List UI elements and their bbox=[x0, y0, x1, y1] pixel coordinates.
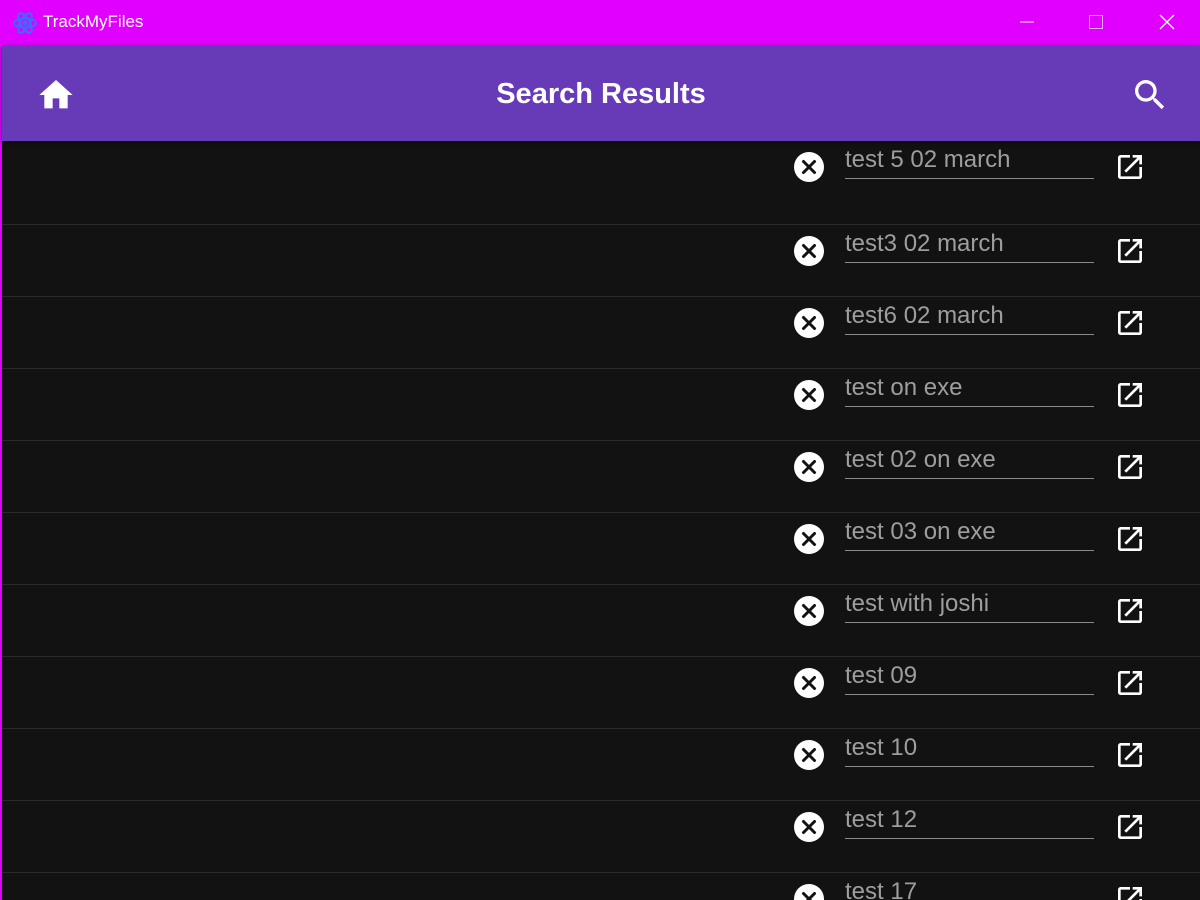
minimize-button[interactable] bbox=[997, 0, 1057, 45]
cancel-circle-icon bbox=[794, 812, 824, 842]
file-name-field[interactable]: test 17 bbox=[845, 875, 1094, 900]
file-name-field[interactable]: test3 02 march bbox=[845, 227, 1094, 263]
result-row: test 03 on exe bbox=[2, 513, 1200, 585]
open-file-button[interactable] bbox=[1114, 307, 1146, 339]
open-in-new-icon bbox=[1118, 815, 1142, 839]
cancel-circle-icon bbox=[794, 236, 824, 266]
file-name-text: test with joshi bbox=[845, 590, 990, 617]
open-in-new-icon bbox=[1118, 527, 1142, 551]
file-name-field[interactable]: test on exe bbox=[845, 371, 1094, 407]
file-name-text: test 09 bbox=[845, 662, 918, 689]
search-icon bbox=[1135, 80, 1165, 110]
open-file-button[interactable] bbox=[1114, 595, 1146, 627]
remove-button[interactable] bbox=[793, 811, 825, 843]
cancel-circle-icon bbox=[794, 596, 824, 626]
open-in-new-icon bbox=[1118, 311, 1142, 335]
search-button[interactable] bbox=[1130, 75, 1170, 115]
result-row: test 5 02 march bbox=[2, 141, 1200, 225]
maximize-button[interactable] bbox=[1066, 0, 1126, 45]
open-file-button[interactable] bbox=[1114, 811, 1146, 843]
remove-button[interactable] bbox=[793, 379, 825, 411]
file-name-field[interactable]: test with joshi bbox=[845, 587, 1094, 623]
close-icon bbox=[1159, 14, 1175, 30]
result-row: test on exe bbox=[2, 369, 1200, 441]
result-row: test6 02 march bbox=[2, 297, 1200, 369]
app-bar: Search Results bbox=[2, 45, 1200, 141]
result-row: test 17 bbox=[2, 873, 1200, 900]
result-row: test with joshi bbox=[2, 585, 1200, 657]
window-titlebar[interactable]: TrackMyFiles bbox=[0, 0, 1200, 45]
result-row: test 10 bbox=[2, 729, 1200, 801]
file-name-text: test 12 bbox=[845, 806, 918, 833]
file-name-field[interactable]: test 03 on exe bbox=[845, 515, 1094, 551]
file-name-text: test 10 bbox=[845, 734, 918, 761]
remove-button[interactable] bbox=[793, 739, 825, 771]
open-file-button[interactable] bbox=[1114, 667, 1146, 699]
open-file-button[interactable] bbox=[1114, 883, 1146, 900]
remove-button[interactable] bbox=[793, 307, 825, 339]
file-name-field[interactable]: test 09 bbox=[845, 659, 1094, 695]
file-name-text: test on exe bbox=[845, 374, 963, 401]
atom-icon bbox=[13, 12, 37, 34]
remove-button[interactable] bbox=[793, 523, 825, 555]
file-name-text: test 03 on exe bbox=[845, 518, 996, 545]
open-file-button[interactable] bbox=[1114, 739, 1146, 771]
cancel-circle-icon bbox=[794, 452, 824, 482]
open-file-button[interactable] bbox=[1114, 151, 1146, 183]
file-name-field[interactable]: test 10 bbox=[845, 731, 1094, 767]
result-row: test3 02 march bbox=[2, 225, 1200, 297]
file-name-field[interactable]: test 02 on exe bbox=[845, 443, 1094, 479]
result-row: test 09 bbox=[2, 657, 1200, 729]
cancel-circle-icon bbox=[794, 740, 824, 770]
open-in-new-icon bbox=[1118, 155, 1142, 179]
file-name-text: test6 02 march bbox=[845, 302, 1004, 329]
open-in-new-icon bbox=[1118, 671, 1142, 695]
remove-button[interactable] bbox=[793, 883, 825, 900]
window-title: TrackMyFiles bbox=[43, 12, 144, 31]
open-file-button[interactable] bbox=[1114, 523, 1146, 555]
file-name-field[interactable]: test 12 bbox=[845, 803, 1094, 839]
file-name-field[interactable]: test 5 02 march bbox=[845, 143, 1094, 179]
file-name-field[interactable]: test6 02 march bbox=[845, 299, 1094, 335]
remove-button[interactable] bbox=[793, 595, 825, 627]
result-row: test 12 bbox=[2, 801, 1200, 873]
cancel-circle-icon bbox=[794, 152, 824, 182]
file-name-text: test 17 bbox=[845, 878, 918, 900]
maximize-icon bbox=[1089, 15, 1103, 29]
remove-button[interactable] bbox=[793, 667, 825, 699]
minimize-icon bbox=[1020, 21, 1034, 23]
open-in-new-icon bbox=[1118, 239, 1142, 263]
cancel-circle-icon bbox=[794, 308, 824, 338]
page-title: Search Results bbox=[496, 78, 706, 110]
close-window-button[interactable] bbox=[1137, 0, 1197, 45]
file-name-text: test 5 02 march bbox=[845, 146, 1011, 173]
search-results-list[interactable]: test 5 02 march test3 02 march test6 02 … bbox=[2, 141, 1200, 900]
open-in-new-icon bbox=[1118, 455, 1142, 479]
cancel-circle-icon bbox=[794, 380, 824, 410]
remove-button[interactable] bbox=[793, 151, 825, 183]
open-file-button[interactable] bbox=[1114, 451, 1146, 483]
open-file-button[interactable] bbox=[1114, 235, 1146, 267]
open-in-new-icon bbox=[1118, 743, 1142, 767]
remove-button[interactable] bbox=[793, 235, 825, 267]
open-in-new-icon bbox=[1118, 383, 1142, 407]
remove-button[interactable] bbox=[793, 451, 825, 483]
open-in-new-icon bbox=[1118, 887, 1142, 900]
result-row: test 02 on exe bbox=[2, 441, 1200, 513]
file-name-text: test3 02 march bbox=[845, 230, 1004, 257]
open-in-new-icon bbox=[1118, 599, 1142, 623]
cancel-circle-icon bbox=[794, 524, 824, 554]
cancel-circle-icon bbox=[794, 668, 824, 698]
app-window: TrackMyFiles Search Results test 5 02 ma… bbox=[0, 0, 1200, 900]
file-name-text: test 02 on exe bbox=[845, 446, 996, 473]
cancel-circle-icon bbox=[794, 884, 824, 900]
open-file-button[interactable] bbox=[1114, 379, 1146, 411]
